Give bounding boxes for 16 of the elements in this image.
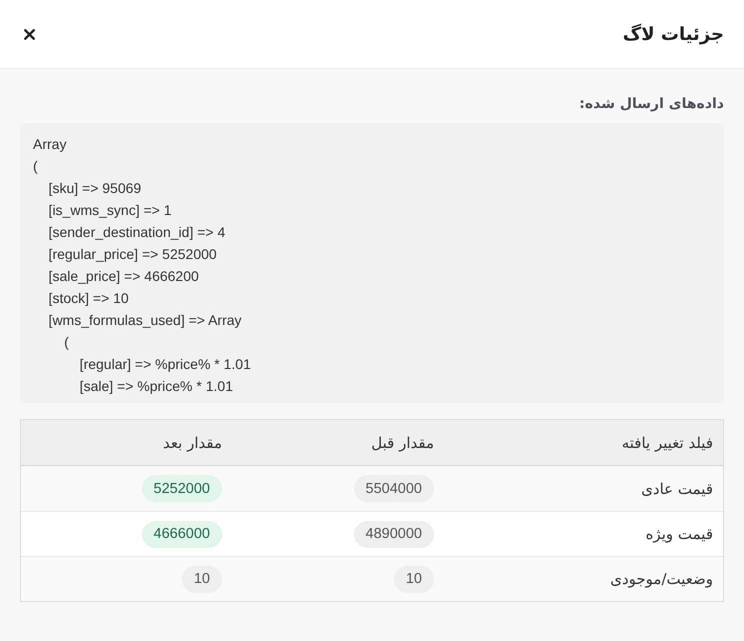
new-value-badge: 4666000	[142, 520, 222, 548]
old-value-badge: 10	[394, 566, 434, 592]
column-header: مقدار بعد	[163, 434, 222, 452]
new-value-badge: 10	[182, 566, 222, 592]
field-name: قیمت عادی	[641, 480, 713, 498]
column-header: فیلد تغییر یافته	[622, 434, 713, 452]
old-value-badge: 5504000	[354, 475, 434, 502]
code-block: Array ( [sku] => 95069 [is_wms_sync] => 1 [sender_destination_id] => 4 [regular_price] => 5252000 [sale_price] => 4666200 [stock] => 10 [wms_formulas_used] => Array ( [regular] => %price% * 1.01 [sale] => %price% * 1.01	[20, 123, 724, 403]
old-value-badge: 4890000	[354, 520, 434, 548]
new-value-badge: 5252000	[142, 475, 222, 502]
column-header: مقدار قبل	[371, 434, 434, 452]
dialog-title: جزئیات لاگ	[622, 24, 724, 44]
section-label: داده‌های ارسال شده:	[578, 95, 724, 114]
field-name: وضعیت/موجودی	[610, 570, 713, 588]
close-icon	[24, 28, 35, 40]
field-name: قیمت ویژه	[646, 525, 713, 543]
